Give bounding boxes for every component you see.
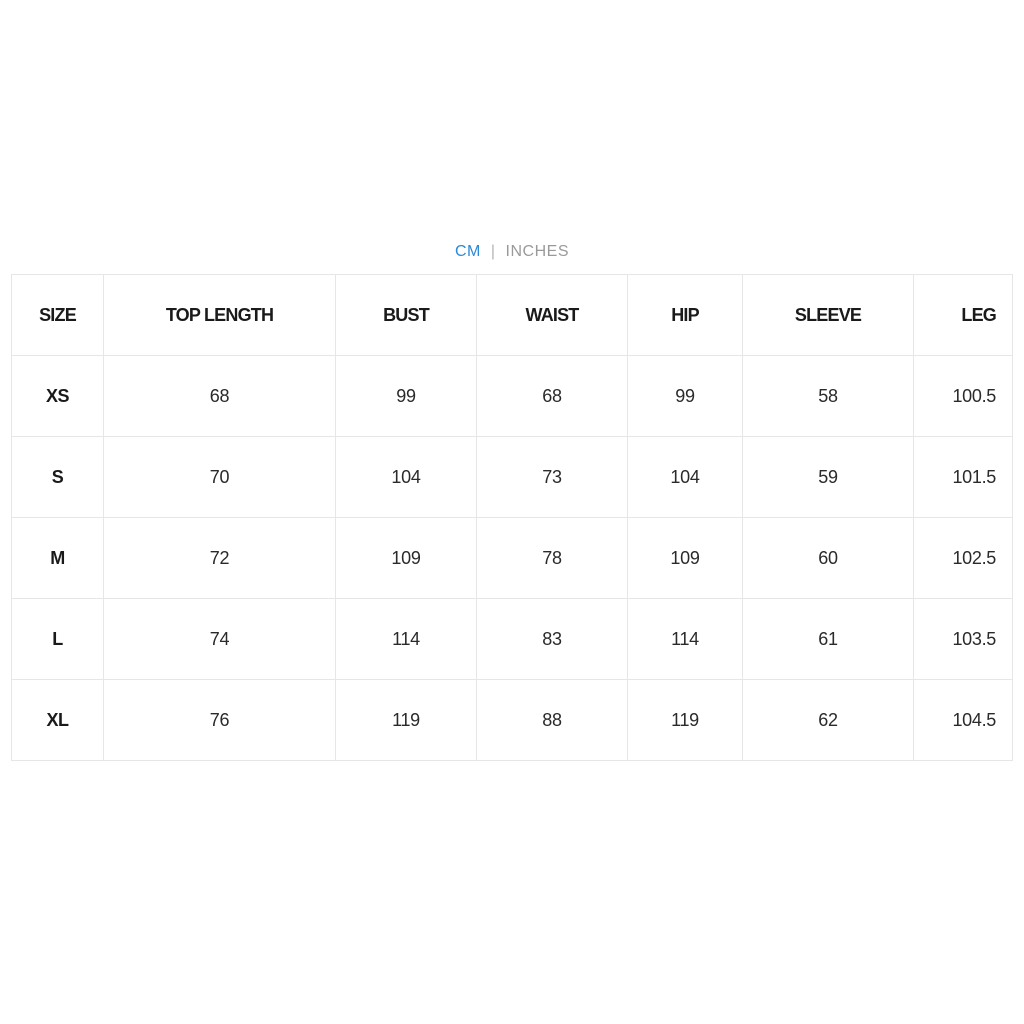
top-length-value: 76 <box>103 679 336 761</box>
sleeve-value: 58 <box>742 355 914 437</box>
unit-separator: | <box>490 243 496 260</box>
size-label: XS <box>11 355 104 437</box>
header-sleeve: SLEEVE <box>742 274 914 356</box>
table-row: M 72 109 78 109 60 102.5 <box>11 517 1013 599</box>
leg-value: 102.5 <box>913 517 1013 599</box>
waist-value: 88 <box>476 679 628 761</box>
size-label: S <box>11 436 104 518</box>
size-chart-page: CM | INCHES SIZE TOP LENGTH BUST WAIST HIP… <box>0 0 1024 1024</box>
header-waist: WAIST <box>476 274 628 356</box>
bust-value: 114 <box>335 598 477 680</box>
leg-value: 104.5 <box>913 679 1013 761</box>
unit-inches-tab[interactable]: INCHES <box>506 243 569 260</box>
waist-value: 83 <box>476 598 628 680</box>
top-length-value: 70 <box>103 436 336 518</box>
leg-value: 100.5 <box>913 355 1013 437</box>
table-header-row: SIZE TOP LENGTH BUST WAIST HIP SLEEVE LE… <box>11 274 1013 356</box>
bust-value: 99 <box>335 355 477 437</box>
header-top-length: TOP LENGTH <box>103 274 336 356</box>
table-row: L 74 114 83 114 61 103.5 <box>11 598 1013 680</box>
bust-value: 104 <box>335 436 477 518</box>
bust-value: 109 <box>335 517 477 599</box>
sleeve-value: 61 <box>742 598 914 680</box>
table-row: S 70 104 73 104 59 101.5 <box>11 436 1013 518</box>
header-bust: BUST <box>335 274 477 356</box>
hip-value: 114 <box>627 598 743 680</box>
unit-toggle: CM | INCHES <box>0 241 1024 263</box>
header-leg: LEG <box>913 274 1013 356</box>
table-row: XS 68 99 68 99 58 100.5 <box>11 355 1013 437</box>
leg-value: 101.5 <box>913 436 1013 518</box>
waist-value: 68 <box>476 355 628 437</box>
hip-value: 99 <box>627 355 743 437</box>
top-length-value: 74 <box>103 598 336 680</box>
sleeve-value: 60 <box>742 517 914 599</box>
waist-value: 73 <box>476 436 628 518</box>
header-size: SIZE <box>11 274 104 356</box>
top-length-value: 72 <box>103 517 336 599</box>
size-label: L <box>11 598 104 680</box>
sleeve-value: 59 <box>742 436 914 518</box>
unit-cm-tab[interactable]: CM <box>455 243 481 260</box>
size-label: M <box>11 517 104 599</box>
bust-value: 119 <box>335 679 477 761</box>
hip-value: 104 <box>627 436 743 518</box>
waist-value: 78 <box>476 517 628 599</box>
header-hip: HIP <box>627 274 743 356</box>
leg-value: 103.5 <box>913 598 1013 680</box>
sleeve-value: 62 <box>742 679 914 761</box>
top-length-value: 68 <box>103 355 336 437</box>
size-table: SIZE TOP LENGTH BUST WAIST HIP SLEEVE LE… <box>11 274 1013 761</box>
hip-value: 119 <box>627 679 743 761</box>
table-row: XL 76 119 88 119 62 104.5 <box>11 679 1013 761</box>
hip-value: 109 <box>627 517 743 599</box>
size-label: XL <box>11 679 104 761</box>
